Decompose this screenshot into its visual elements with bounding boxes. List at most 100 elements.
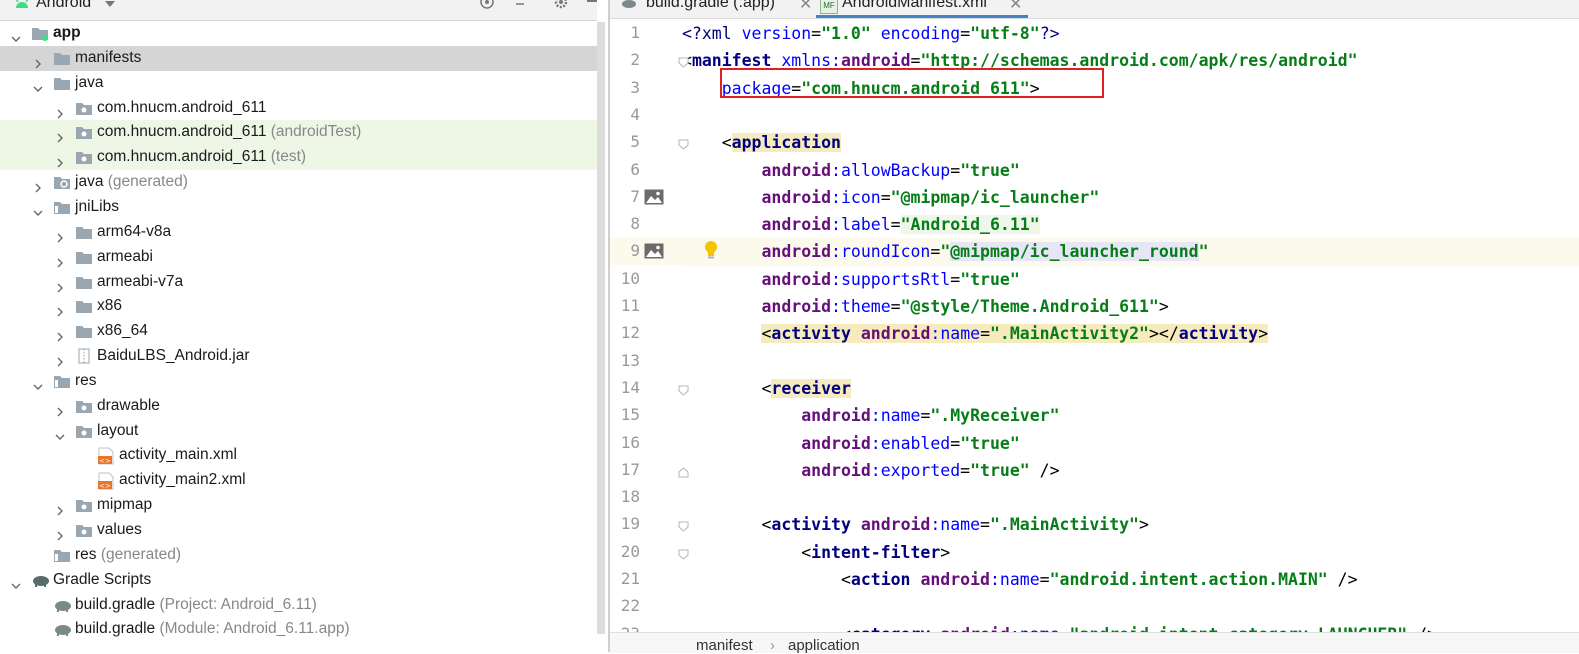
tree-item[interactable]: res (generated) — [0, 543, 597, 568]
code-line[interactable]: android:icon="@mipmap/ic_launcher" — [682, 184, 1579, 211]
tree-item[interactable]: armeabi-v7a — [0, 270, 597, 295]
tree-item[interactable]: layout — [0, 419, 597, 444]
tree-item[interactable]: build.gradle (Project: Android_6.11) — [0, 593, 597, 618]
code-line[interactable] — [682, 348, 1579, 375]
chevron-right-icon[interactable] — [55, 326, 65, 342]
breadcrumb-item[interactable]: manifest — [696, 637, 753, 654]
chevron-right-icon[interactable] — [55, 351, 65, 367]
tree-item[interactable]: mipmap — [0, 493, 597, 518]
code-line[interactable]: <receiver — [682, 375, 1579, 402]
tree-item[interactable]: arm64-v8a — [0, 220, 597, 245]
tree-item-label: mipmap — [97, 496, 153, 514]
project-scrollbar[interactable] — [597, 22, 605, 634]
chevron-down-icon[interactable] — [11, 28, 21, 42]
code-token: :roundIcon — [831, 242, 931, 262]
code-area[interactable]: <?xml version="1.0" encoding="utf-8"?><m… — [682, 20, 1579, 644]
chevron-right-icon[interactable] — [55, 525, 65, 541]
code-line[interactable] — [682, 102, 1579, 129]
code-line[interactable]: android:exported="true" /> — [682, 457, 1579, 484]
tree-item[interactable]: build.gradle (Module: Android_6.11.app) — [0, 617, 597, 642]
code-line[interactable]: <?xml version="1.0" encoding="utf-8"?> — [682, 20, 1579, 47]
fold-open-icon[interactable] — [678, 383, 689, 401]
tree-item[interactable]: java (generated) — [0, 170, 597, 195]
code-token: ?> — [1039, 24, 1060, 43]
code-line[interactable]: android:supportsRtl="true" — [682, 266, 1579, 293]
code-line[interactable]: <application — [682, 129, 1579, 156]
chevron-right-icon[interactable] — [55, 103, 65, 119]
image-icon[interactable] — [644, 243, 664, 264]
tree-item[interactable]: armeabi — [0, 245, 597, 270]
locate-icon[interactable] — [478, 0, 496, 14]
chevron-right-icon[interactable] — [55, 227, 65, 243]
code-line[interactable] — [682, 484, 1579, 511]
tree-item[interactable]: x86 — [0, 294, 597, 319]
tree-item[interactable]: res — [0, 369, 597, 394]
code-line[interactable]: android:theme="@style/Theme.Android_611"… — [682, 293, 1579, 320]
code-line[interactable]: android:enabled="true" — [682, 430, 1579, 457]
code-token: = — [980, 515, 990, 535]
chevron-right-icon[interactable] — [55, 152, 65, 168]
close-icon[interactable]: ✕ — [1009, 0, 1022, 14]
tree-item[interactable]: <> activity_main2.xml — [0, 468, 597, 493]
code-line[interactable]: <intent-filter> — [682, 539, 1579, 566]
gradle-file-icon — [53, 621, 73, 645]
chevron-right-icon[interactable] — [55, 252, 65, 268]
tree-item[interactable]: <> activity_main.xml — [0, 443, 597, 468]
chevron-right-icon[interactable] — [55, 127, 65, 143]
chevron-right-icon[interactable] — [33, 177, 43, 193]
chevron-right-icon[interactable] — [55, 277, 65, 292]
chevron-right-icon[interactable] — [33, 53, 43, 69]
project-tool-window: app manifests java com.hnucm.android_611com… — [0, 0, 597, 652]
code-token: = — [950, 433, 961, 453]
code-line[interactable]: <activity android:name=".MainActivity"> — [682, 511, 1579, 538]
tree-item[interactable]: com.hnucm.android_611 (test) — [0, 145, 597, 171]
editor-tab-bar: build.gradle (:app) ✕ MF AndroidManifest… — [610, 0, 1579, 19]
image-icon[interactable] — [644, 189, 664, 210]
breadcrumb-item[interactable]: application — [788, 637, 860, 654]
tree-item[interactable]: BaiduLBS_Android.jar — [0, 344, 597, 369]
fold-open-icon[interactable] — [678, 55, 689, 73]
close-icon[interactable]: ✕ — [799, 0, 812, 14]
tree-item-label: layout — [97, 421, 139, 439]
code-line[interactable] — [682, 593, 1579, 620]
code-line[interactable]: android:name=".MyReceiver" — [682, 402, 1579, 429]
tree-item[interactable]: values — [0, 518, 597, 543]
tab-android-manifest[interactable]: MF AndroidManifest.xml ✕ — [816, 0, 1028, 18]
tree-item[interactable]: com.hnucm.android_611 — [0, 96, 597, 121]
code-line[interactable]: android:label="Android_6.11" — [682, 211, 1579, 238]
chevron-down-icon[interactable] — [33, 78, 43, 92]
chevron-down-icon[interactable] — [33, 376, 43, 390]
code-line[interactable]: <activity android:name=".MainActivity2">… — [682, 320, 1579, 347]
lightbulb-icon[interactable] — [703, 240, 719, 265]
chevron-right-icon[interactable] — [55, 500, 65, 516]
gear-icon[interactable] — [552, 0, 570, 14]
tab-build-gradle[interactable]: build.gradle (:app) ✕ — [620, 0, 816, 18]
chevron-right-icon[interactable] — [55, 401, 65, 417]
tree-item[interactable]: x86_64 — [0, 319, 597, 344]
fold-open-icon[interactable] — [678, 547, 689, 565]
code-token: > — [940, 542, 951, 562]
fold-close-icon[interactable] — [678, 465, 689, 483]
chevron-down-icon[interactable] — [33, 202, 43, 216]
fold-open-icon[interactable] — [678, 137, 689, 155]
tree-item-label: com.hnucm.android_611 — [97, 98, 267, 116]
code-line[interactable]: android:roundIcon="@mipmap/ic_launcher_r… — [682, 238, 1579, 266]
fold-open-icon[interactable] — [678, 519, 689, 537]
tree-item[interactable]: Gradle Scripts — [0, 568, 597, 593]
chevron-down-icon[interactable] — [104, 0, 116, 15]
tree-item[interactable]: jniLibs — [0, 195, 597, 220]
tree-item[interactable]: drawable — [0, 394, 597, 419]
project-view-title[interactable]: Android — [36, 0, 91, 12]
collapse-all-icon[interactable] — [511, 0, 529, 14]
tree-item[interactable]: manifests — [0, 45, 597, 71]
chevron-down-icon[interactable] — [11, 575, 21, 589]
code-line[interactable]: android:allowBackup="true" — [682, 157, 1579, 184]
chevron-down-icon[interactable] — [55, 426, 65, 440]
tree-item[interactable]: app — [0, 21, 597, 46]
code-line[interactable]: <action android:name="android.intent.act… — [682, 566, 1579, 593]
chevron-right-icon[interactable] — [55, 301, 65, 317]
hide-panel-icon[interactable] — [585, 0, 597, 14]
tree-item[interactable]: java — [0, 71, 597, 96]
tree-item[interactable]: com.hnucm.android_611 (androidTest) — [0, 120, 597, 146]
